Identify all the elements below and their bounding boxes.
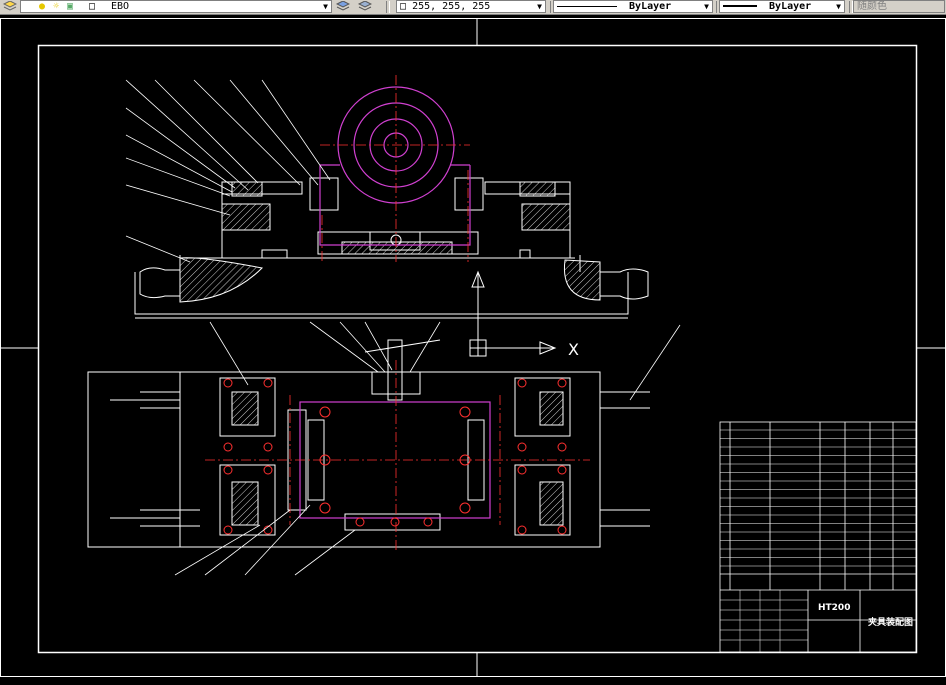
centerlines-plan [205, 360, 590, 550]
plan-view [87, 339, 650, 548]
linetype-preview [557, 5, 617, 7]
chevron-down-icon[interactable]: ▼ [321, 2, 330, 12]
drawing-name-text: 夹具装配图 [868, 616, 913, 628]
plotstyle-dropdown[interactable]: 随颜色 [853, 0, 945, 13]
linetype-dropdown[interactable]: ByLayer ▼ [553, 0, 713, 13]
lock-icon[interactable]: ▣ [67, 1, 73, 12]
ucs-icon: X [469, 270, 579, 359]
color-swatch-icon: □ [89, 1, 96, 12]
sun-icon[interactable]: ☼ [53, 1, 59, 12]
cad-drawing: X HT200 夹具装配图 [0, 18, 946, 677]
workpiece-front [319, 86, 471, 246]
linetype-value: ByLayer [629, 1, 672, 12]
layer-dropdown[interactable]: ● ☼ ▣ □ EBO ▼ [20, 0, 332, 13]
lineweight-preview [723, 5, 757, 7]
lineweight-value: ByLayer [769, 1, 812, 12]
layer-previous-icon[interactable] [357, 0, 373, 12]
chevron-down-icon[interactable]: ▼ [535, 2, 544, 12]
drawing-canvas[interactable]: X HT200 夹具装配图 [0, 15, 946, 680]
lightbulb-icon[interactable]: ● [39, 1, 45, 12]
plan-leaders [174, 321, 681, 576]
lineweight-dropdown[interactable]: ByLayer ▼ [719, 0, 845, 13]
title-block-grid [720, 590, 808, 652]
parts-list-rows [720, 429, 916, 567]
chevron-down-icon[interactable]: ▼ [702, 2, 711, 12]
color-value: 255, 255, 255 [412, 1, 491, 12]
chevron-down-icon[interactable]: ▼ [834, 2, 843, 12]
plotstyle-value: 随颜色 [857, 1, 887, 12]
color-dropdown[interactable]: □ 255, 255, 255 ▼ [396, 0, 546, 13]
layers-icon[interactable] [2, 0, 18, 12]
front-view [134, 177, 649, 319]
svg-text:X: X [568, 340, 579, 359]
color-swatch-icon: □ [400, 1, 407, 12]
properties-toolbar: ● ☼ ▣ □ EBO ▼ □ 255, 255, 255 ▼ ByLayer … [0, 0, 946, 15]
layer-name: EBO [111, 1, 130, 12]
layer-state-icon[interactable] [335, 0, 351, 12]
material-text: HT200 [818, 603, 850, 613]
leader-lines [125, 79, 331, 263]
